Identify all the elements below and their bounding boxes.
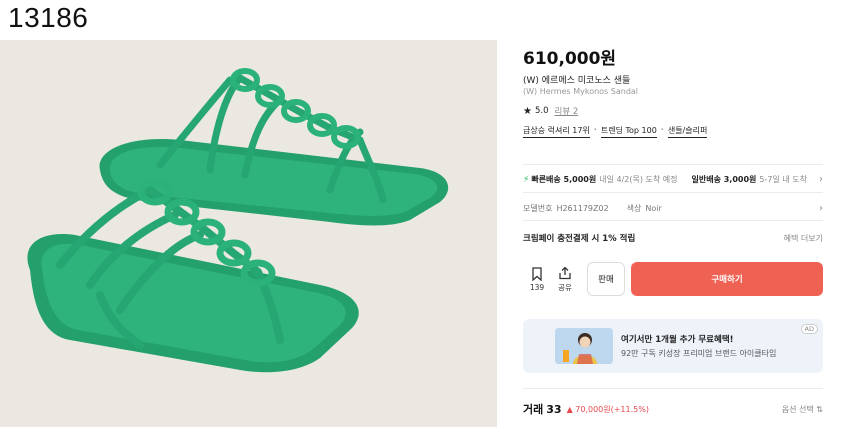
review-link[interactable]: 리뷰 2 bbox=[555, 105, 579, 117]
normal-shipping-label: 일반배송 3,000원 bbox=[691, 175, 757, 184]
price-change: ▲ 70,000원(+11.5%) bbox=[566, 404, 649, 414]
trade-label: 거래 bbox=[523, 403, 544, 416]
share-label: 공유 bbox=[558, 282, 572, 292]
chevron-right-icon: › bbox=[819, 174, 823, 185]
normal-shipping-eta: 5-7일 내 도착 bbox=[759, 175, 807, 184]
color-label: 색상 bbox=[626, 204, 642, 213]
trade-count: 33 bbox=[546, 402, 562, 416]
ad-title: 여기서만 1개월 추가 무료혜택! bbox=[621, 335, 734, 345]
option-select[interactable]: 옵션 선택 ⇅ bbox=[782, 404, 823, 415]
divider bbox=[523, 192, 823, 193]
model-row[interactable]: 모델번호 H261179Z02 색상 Noir › bbox=[523, 203, 823, 214]
tag-rank-luxury[interactable]: 급상승 럭셔리 17위 bbox=[523, 125, 590, 138]
product-name-en: (W) Hermes Mykonos Sandals bbox=[523, 87, 638, 96]
model-number-label: 모델번호 bbox=[523, 204, 553, 213]
tag-category[interactable]: 샌들/슬리퍼 bbox=[667, 125, 708, 138]
buy-button[interactable]: 구매하기 bbox=[631, 262, 823, 296]
rating-row: ★ 5.0 리뷰 2 bbox=[523, 105, 579, 118]
shipping-row[interactable]: ⚡ 빠른배송 5,000원 내일 4/2(목) 도착 예정 일반배송 3,000… bbox=[523, 174, 823, 185]
product-image bbox=[0, 40, 497, 427]
category-tags: 급상승 럭셔리 17위 · 트렌딩 Top 100 · 샌들/슬리퍼 bbox=[523, 125, 708, 138]
model-number-value: H261179Z02 bbox=[556, 204, 609, 213]
ad-thumbnail bbox=[555, 328, 613, 364]
benefit-more-link[interactable]: 혜택 더보기 bbox=[784, 233, 823, 244]
payment-benefit-row: 크림페이 충전결제 시 1% 적립 혜택 더보기 bbox=[523, 232, 823, 245]
rating-value: 5.0 bbox=[534, 106, 549, 116]
share-button[interactable]: 공유 bbox=[551, 266, 579, 293]
product-price: 610,000원 bbox=[523, 49, 617, 69]
fast-shipping-eta: 내일 4/2(목) 도착 예정 bbox=[599, 175, 678, 184]
bolt-icon: ⚡ bbox=[523, 174, 530, 185]
action-bar: 139 공유 판매 구매하기 bbox=[523, 261, 823, 297]
bookmark-icon bbox=[532, 266, 542, 281]
sell-button[interactable]: 판매 bbox=[587, 262, 625, 296]
ad-subtitle: 92만 구독 키성장 프리미엄 브랜드 아이클타임 bbox=[621, 349, 777, 358]
bookmark-count: 139 bbox=[529, 282, 545, 292]
ad-badge: AD bbox=[800, 324, 818, 334]
chevron-right-icon: › bbox=[819, 203, 823, 214]
tag-separator: · bbox=[593, 125, 597, 134]
trade-summary: 거래 33 ▲ 70,000원(+11.5%) 옵션 선택 ⇅ bbox=[523, 401, 823, 417]
share-icon bbox=[559, 266, 571, 279]
fast-shipping-label: 빠른배송 5,000원 bbox=[531, 175, 597, 184]
divider bbox=[523, 388, 823, 389]
sku-number: 13186 bbox=[8, 2, 89, 33]
color-value: Noir bbox=[645, 204, 662, 213]
tag-trending[interactable]: 트렌딩 Top 100 bbox=[600, 125, 657, 138]
divider bbox=[523, 164, 823, 165]
payment-benefit-text: 크림페이 충전결제 시 1% 적립 bbox=[523, 234, 636, 244]
star-icon: ★ bbox=[523, 105, 532, 117]
product-name-ko: (W) 에르메스 미코노스 샌들 bbox=[523, 76, 631, 86]
tag-separator: · bbox=[660, 125, 664, 134]
ad-banner[interactable]: 여기서만 1개월 추가 무료혜택! 92만 구독 키성장 프리미엄 브랜드 아이… bbox=[523, 319, 823, 373]
divider bbox=[523, 220, 823, 221]
bookmark-button[interactable]: 139 bbox=[523, 266, 551, 292]
